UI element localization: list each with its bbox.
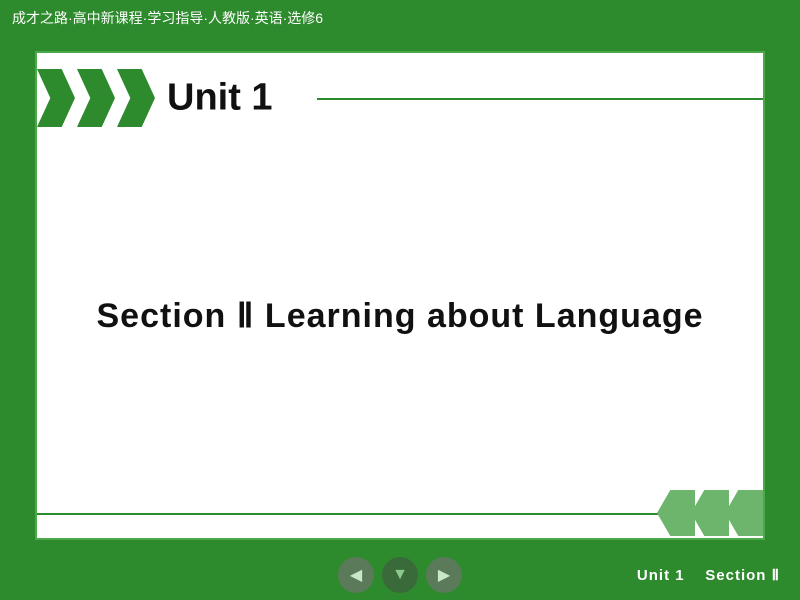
slide-wrapper: Unit 1 Section Ⅱ Learning about Language bbox=[0, 36, 800, 550]
nav-button-group: ◀ ▼ ▶ bbox=[338, 557, 462, 593]
slide-card: Unit 1 Section Ⅱ Learning about Language bbox=[35, 51, 765, 540]
chevron-left-2 bbox=[77, 69, 115, 127]
home-button[interactable]: ▼ bbox=[382, 557, 418, 593]
next-button[interactable]: ▶ bbox=[426, 557, 462, 593]
bottom-unit-text: Unit 1 bbox=[637, 567, 685, 584]
bottom-section-text: Section Ⅱ bbox=[705, 567, 780, 584]
chevron-right-2 bbox=[691, 490, 729, 536]
chevrons-left-icon bbox=[37, 69, 155, 127]
right-decoration-area bbox=[661, 488, 763, 538]
slide-top-section: Unit 1 bbox=[37, 53, 763, 143]
header-bar: 成才之路·高中新课程·学习指导·人教版·英语·选修6 bbox=[0, 0, 800, 36]
prev-button[interactable]: ◀ bbox=[338, 557, 374, 593]
chevron-left-1 bbox=[37, 69, 75, 127]
header-title: 成才之路·高中新课程·学习指导·人教版·英语·选修6 bbox=[12, 8, 323, 28]
bottom-navigation-bar: ◀ ▼ ▶ Unit 1 Section Ⅱ bbox=[0, 550, 800, 600]
left-decoration-area bbox=[37, 53, 157, 143]
slide-bottom-section bbox=[37, 488, 763, 538]
slide-middle-section: Section Ⅱ Learning about Language bbox=[37, 143, 763, 488]
unit-label: Unit 1 bbox=[167, 77, 273, 120]
top-divider-line bbox=[317, 98, 763, 100]
chevron-right-3 bbox=[725, 490, 763, 536]
chevron-right-1 bbox=[657, 490, 695, 536]
section-label: Section Ⅱ Learning about Language bbox=[97, 296, 704, 336]
bottom-divider-line bbox=[37, 513, 703, 515]
chevron-left-3 bbox=[117, 69, 155, 127]
bottom-label: Unit 1 Section Ⅱ bbox=[637, 566, 780, 584]
